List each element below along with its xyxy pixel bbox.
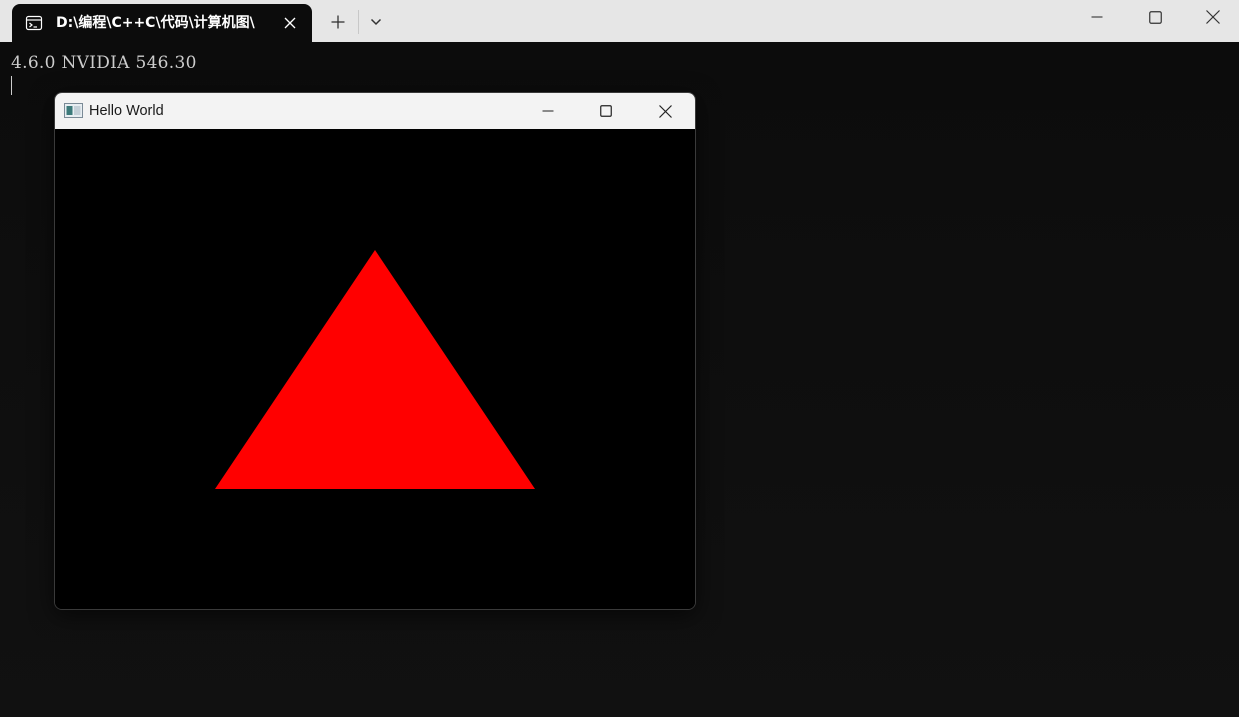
tab-title: D:\编程\C++C\代码\计算机图\ bbox=[56, 15, 255, 31]
chevron-down-icon bbox=[370, 18, 382, 26]
tab-close-button[interactable] bbox=[280, 13, 300, 33]
minimize-icon bbox=[542, 110, 554, 112]
new-tab-button[interactable] bbox=[322, 8, 354, 36]
terminal-minimize-button[interactable] bbox=[1068, 0, 1126, 34]
close-icon bbox=[1206, 10, 1220, 24]
text-cursor bbox=[11, 76, 12, 95]
terminal-close-button[interactable] bbox=[1184, 0, 1239, 34]
tab-dropdown-button[interactable] bbox=[362, 8, 390, 36]
tab-separator bbox=[358, 10, 359, 34]
close-icon bbox=[658, 104, 672, 118]
close-icon bbox=[284, 17, 296, 29]
terminal-titlebar: D:\编程\C++C\代码\计算机图\ bbox=[0, 0, 1239, 42]
hello-world-window: Hello World bbox=[54, 92, 696, 610]
app-window-icon bbox=[64, 103, 83, 118]
window-close-button[interactable] bbox=[636, 93, 694, 129]
terminal-maximize-button[interactable] bbox=[1126, 0, 1184, 34]
window-minimize-button[interactable] bbox=[519, 93, 577, 129]
red-triangle bbox=[215, 250, 535, 489]
console-line: 4.6.0 NVIDIA 546.30 bbox=[11, 53, 197, 73]
window-title: Hello World bbox=[89, 103, 164, 119]
maximize-icon bbox=[1148, 10, 1162, 24]
maximize-icon bbox=[600, 105, 612, 117]
window-maximize-button[interactable] bbox=[577, 93, 635, 129]
terminal-tab[interactable]: D:\编程\C++C\代码\计算机图\ bbox=[12, 4, 312, 42]
opengl-canvas[interactable] bbox=[55, 129, 695, 609]
minimize-icon bbox=[1091, 16, 1103, 18]
plus-icon bbox=[331, 15, 345, 29]
hello-world-titlebar[interactable]: Hello World bbox=[55, 93, 695, 129]
render-surface bbox=[215, 250, 535, 489]
terminal-icon bbox=[25, 14, 43, 32]
